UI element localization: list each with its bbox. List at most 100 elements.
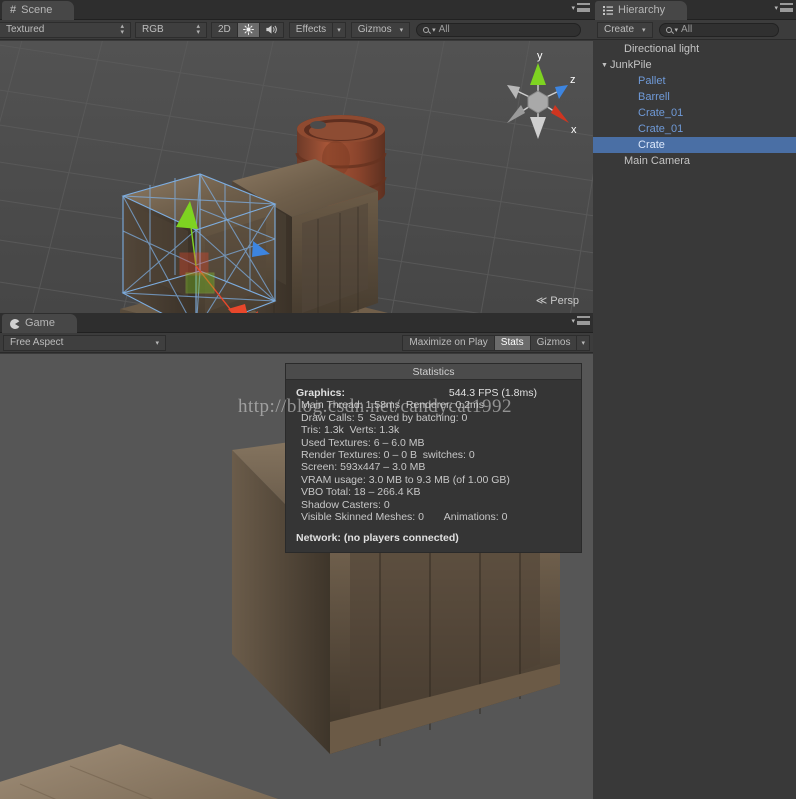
game-tabbar: Game ▾ bbox=[0, 313, 593, 333]
game-gizmos-label: Gizmos bbox=[536, 337, 571, 348]
statistics-line: Screen: 593x447 – 3.0 MB bbox=[301, 461, 426, 474]
tab-hierarchy[interactable]: Hierarchy bbox=[595, 1, 688, 20]
statistics-network-row: Network: (no players connected) bbox=[296, 532, 459, 545]
game-gizmos-dropdown[interactable]: ▾ bbox=[576, 334, 590, 351]
hierarchy-list-icon bbox=[603, 6, 613, 15]
scene-lighting-toggle[interactable] bbox=[236, 21, 260, 38]
hamburger-icon bbox=[577, 316, 590, 325]
statistics-overlay: Statistics Graphics: 544.3 FPS (1.8ms) M… bbox=[285, 363, 582, 553]
chevron-down-icon: ▾ bbox=[399, 26, 404, 34]
create-button[interactable]: Create ▾ bbox=[597, 21, 653, 38]
search-icon bbox=[665, 26, 672, 33]
hierarchy-item-pallet[interactable]: Pallet bbox=[593, 73, 796, 89]
gizmos-dropdown[interactable]: Gizmos ▾ bbox=[350, 21, 411, 38]
aspect-dropdown[interactable]: Free Aspect ▾ bbox=[3, 334, 166, 351]
hierarchy-item-label: Crate_01 bbox=[638, 123, 684, 135]
updown-arrows-icon: ▴ ▾ bbox=[120, 22, 124, 36]
hierarchy-list[interactable]: Directional light ▼ JunkPile Pallet Barrell C… bbox=[593, 41, 796, 799]
hierarchy-item-crate[interactable]: Crate bbox=[593, 137, 796, 153]
hierarchy-toolbar: Create ▾ ▾ All bbox=[593, 20, 796, 40]
statistics-line: Main Thread: 1.58ms Renderer: 0.2ms bbox=[301, 399, 485, 412]
scene-projection-label[interactable]: ≪ Persp bbox=[535, 294, 579, 308]
tab-scene-label: Scene bbox=[21, 4, 53, 16]
statistics-graphics-row: Graphics: 544.3 FPS (1.8ms) bbox=[296, 387, 581, 399]
sun-icon bbox=[242, 24, 254, 35]
scene-tabbar: # Scene ▾ bbox=[0, 0, 593, 20]
game-gizmos-button[interactable]: Gizmos bbox=[529, 334, 578, 351]
scene-panel-menu[interactable]: ▾ bbox=[571, 3, 590, 12]
hierarchy-item-barrell[interactable]: Barrell bbox=[593, 89, 796, 105]
hierarchy-item-crate-01[interactable]: Crate_01 bbox=[593, 105, 796, 121]
chevron-down-icon: ▾ bbox=[432, 26, 436, 34]
stats-button[interactable]: Stats bbox=[493, 334, 531, 351]
statistics-line: VRAM usage: 3.0 MB to 9.3 MB (of 1.00 GB… bbox=[301, 473, 510, 486]
chevron-down-icon: ▾ bbox=[581, 339, 585, 347]
hamburger-icon bbox=[780, 3, 793, 12]
hierarchy-item-directional-light[interactable]: Directional light bbox=[593, 41, 796, 57]
scene-audio-toggle[interactable] bbox=[258, 21, 284, 38]
chevron-down-icon: ▾ bbox=[155, 339, 159, 347]
foldout-arrow-icon[interactable]: ▼ bbox=[599, 62, 610, 69]
hierarchy-item-junkpile[interactable]: ▼ JunkPile bbox=[593, 57, 796, 73]
tab-game-label: Game bbox=[25, 317, 55, 329]
hierarchy-item-crate-01[interactable]: Crate_01 bbox=[593, 121, 796, 137]
statistics-line: VBO Total: 18 – 266.4 KB bbox=[301, 486, 421, 499]
chevron-down-icon: ▾ bbox=[337, 26, 341, 34]
scene-panel: # Scene ▾ Textured ▴ ▾ RGB ▴ ▾ 2D Effect… bbox=[0, 0, 593, 313]
statistics-line: Render Textures: 0 – 0 B switches: 0 bbox=[301, 449, 475, 462]
hierarchy-tabbar: Hierarchy ▾ bbox=[593, 0, 796, 20]
hierarchy-item-main-camera[interactable]: Main Camera bbox=[593, 153, 796, 169]
effects-dropdown[interactable]: ▾ bbox=[332, 21, 346, 38]
chevron-down-icon: ▾ bbox=[674, 26, 679, 34]
maximize-on-play-button[interactable]: Maximize on Play bbox=[402, 334, 495, 351]
game-pacman-icon bbox=[10, 318, 20, 329]
tab-scene[interactable]: # Scene bbox=[2, 1, 75, 20]
render-mode-label: RGB bbox=[142, 24, 164, 35]
projection-value: Persp bbox=[550, 294, 579, 307]
hamburger-icon bbox=[577, 3, 590, 12]
draw-mode-dropdown[interactable]: Textured ▴ ▾ bbox=[0, 21, 131, 38]
aspect-label: Free Aspect bbox=[10, 337, 64, 348]
hierarchy-item-label: JunkPile bbox=[610, 59, 652, 71]
grid-hash-icon: # bbox=[10, 4, 17, 16]
statistics-fps-value: 544.3 FPS (1.8ms) bbox=[448, 387, 537, 399]
statistics-line: Visible Skinned Meshes: 0 Animations: 0 bbox=[301, 511, 508, 524]
hierarchy-item-label: Directional light bbox=[624, 43, 700, 55]
hierarchy-panel-menu[interactable]: ▾ bbox=[774, 3, 793, 12]
hierarchy-panel: Hierarchy ▾ Create ▾ ▾ All Directional l… bbox=[593, 0, 796, 799]
effects-label: Effects bbox=[295, 24, 327, 35]
gizmo-label-y: y bbox=[537, 50, 543, 62]
scene-orientation-gizmo[interactable]: y z x bbox=[493, 43, 583, 153]
statistics-graphics-label: Graphics: bbox=[296, 387, 346, 399]
game-panel-menu[interactable]: ▾ bbox=[571, 316, 590, 325]
statistics-line: Draw Calls: 5 Saved by batching: 0 bbox=[301, 411, 468, 424]
tab-hierarchy-label: Hierarchy bbox=[618, 4, 666, 16]
tab-game[interactable]: Game bbox=[2, 314, 77, 333]
statistics-body: Graphics: 544.3 FPS (1.8ms) Main Thread:… bbox=[286, 380, 581, 552]
scene-search-input[interactable]: ▾ All bbox=[416, 22, 582, 37]
gizmo-axis-y-cone bbox=[530, 63, 546, 85]
render-mode-dropdown[interactable]: RGB ▴ ▾ bbox=[135, 21, 207, 38]
hierarchy-item-label: Pallet bbox=[638, 75, 666, 87]
toggle-2d-button[interactable]: 2D bbox=[211, 21, 238, 38]
gizmo-label-x: x bbox=[571, 124, 577, 136]
effects-button[interactable]: Effects bbox=[288, 21, 334, 38]
hierarchy-search-value: All bbox=[681, 24, 693, 35]
gizmo-axis-x-cone bbox=[551, 105, 569, 123]
updown-arrows-icon: ▴ ▾ bbox=[196, 22, 200, 36]
game-toolbar: Free Aspect ▾ Maximize on Play Stats Giz… bbox=[0, 333, 593, 353]
statistics-line: Shadow Casters: 0 bbox=[301, 498, 390, 511]
hierarchy-item-label: Main Camera bbox=[624, 155, 691, 167]
chevron-down-icon: ▾ bbox=[571, 317, 575, 325]
chevron-down-icon: ▾ bbox=[774, 4, 778, 12]
search-icon bbox=[423, 26, 430, 33]
hierarchy-search-input[interactable]: ▾ All bbox=[658, 22, 779, 37]
create-label: Create bbox=[604, 24, 635, 35]
toggle-2d-label: 2D bbox=[218, 24, 231, 35]
hierarchy-item-label: Crate bbox=[638, 139, 665, 151]
statistics-title: Statistics bbox=[286, 364, 581, 380]
left-chevron-icon: ≪ bbox=[535, 295, 548, 307]
maximize-on-play-label: Maximize on Play bbox=[409, 337, 488, 348]
gizmo-label-z: z bbox=[570, 74, 576, 86]
scene-viewport[interactable]: y z x ≪ Persp bbox=[0, 41, 593, 313]
